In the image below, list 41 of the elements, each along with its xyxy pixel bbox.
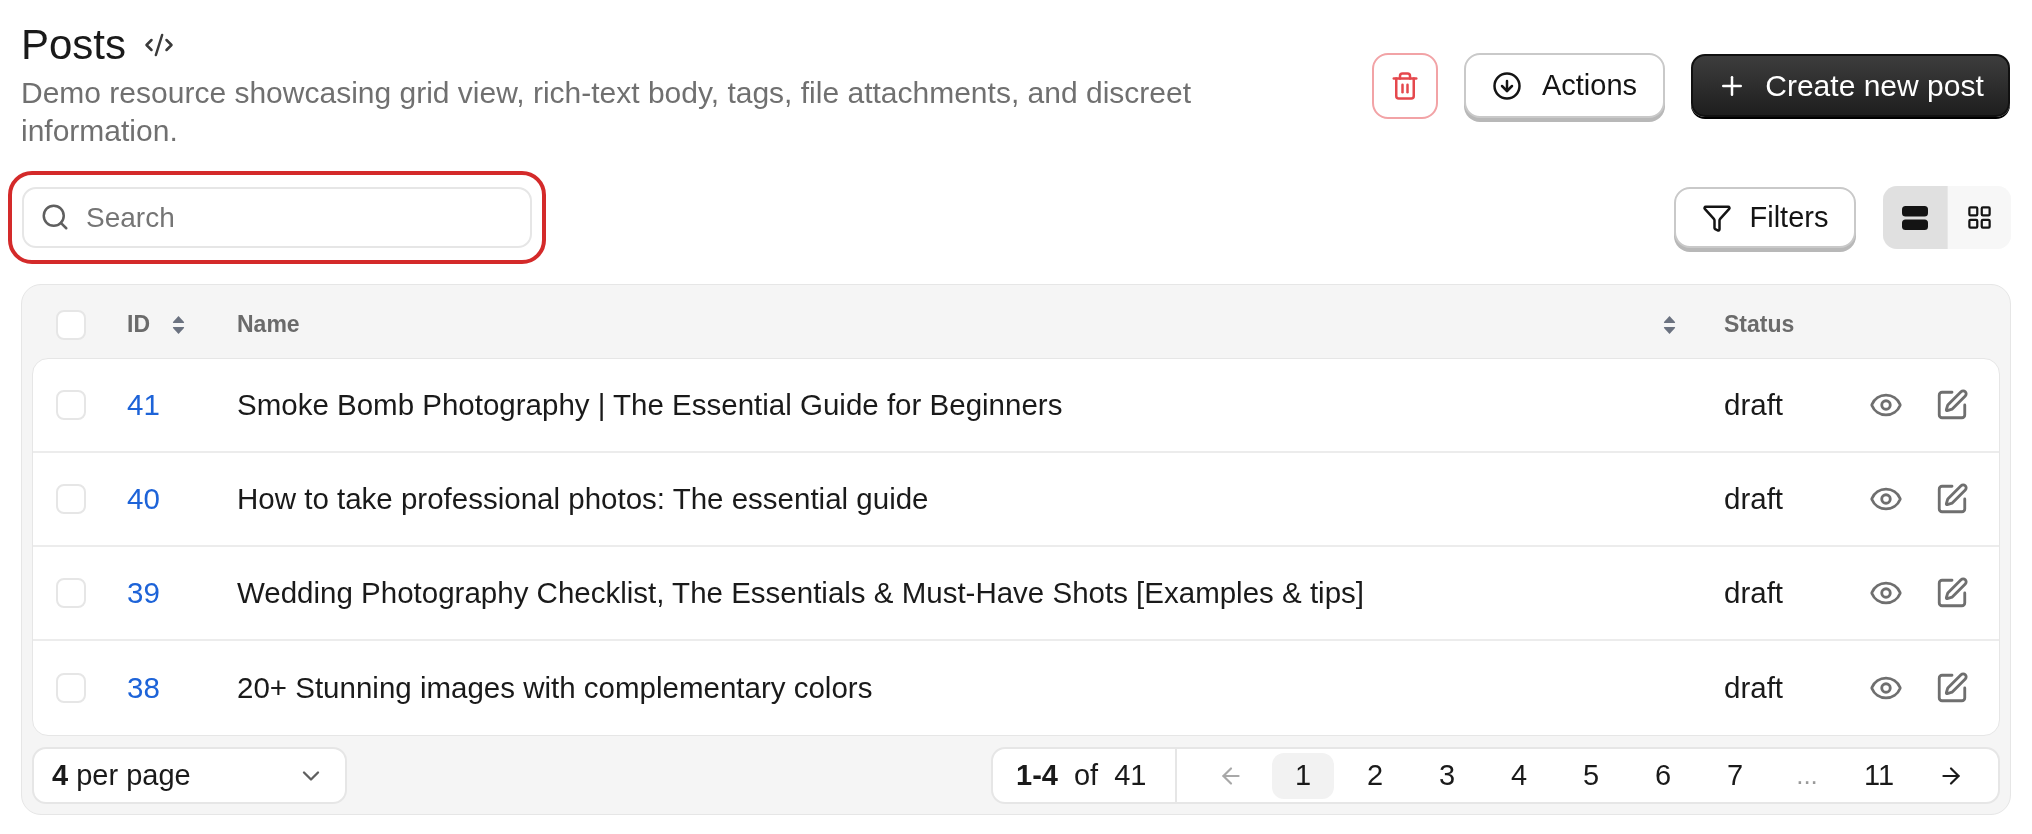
post-name: Wedding Photography Checklist, The Essentials & Must-Have Shots [Examples & tips] [237, 574, 1364, 611]
edit-icon[interactable] [1935, 671, 1969, 705]
edit-icon[interactable] [1935, 576, 1969, 610]
page-description: Demo resource showcasing grid view, rich-text body, tags, file attachments, and discreet information. [21, 75, 1192, 149]
status-text: draft [1724, 386, 1784, 423]
page-ellipsis: ... [1796, 759, 1818, 792]
search-field[interactable]: Search [22, 187, 532, 248]
checkbox[interactable] [56, 673, 86, 703]
page-title: Posts [21, 21, 127, 69]
column-header: ID [127, 310, 150, 340]
checkbox[interactable] [56, 484, 86, 514]
sort-icon[interactable] [172, 314, 185, 335]
column-header: Status [1724, 310, 1795, 340]
post-name: Smoke Bomb Photography | The Essential Guide for Beginners [237, 386, 1063, 423]
checkbox[interactable] [56, 578, 86, 608]
list-view-icon [1902, 205, 1928, 230]
per-page-select[interactable]: 4 per page [32, 747, 347, 804]
status-text: draft [1724, 574, 1784, 611]
id-link[interactable]: 39 [127, 570, 160, 616]
status-text: draft [1724, 669, 1784, 706]
page-button[interactable]: 1 [1272, 752, 1334, 799]
post-name: How to take professional photos: The essential guide [237, 480, 929, 517]
list-view-button[interactable] [1883, 186, 1947, 249]
column-header: Name [237, 310, 300, 340]
grid-view-icon [1966, 204, 1993, 231]
edit-icon[interactable] [1935, 482, 1969, 516]
checkbox[interactable] [56, 390, 86, 420]
search-icon [40, 202, 70, 232]
arrow-down-circle-icon [1491, 70, 1522, 101]
id-link[interactable]: 38 [127, 665, 160, 711]
id-link[interactable]: 40 [127, 476, 160, 522]
id-link[interactable]: 41 [127, 382, 160, 428]
edit-icon[interactable] [1935, 388, 1969, 422]
delete-button[interactable] [1372, 52, 1438, 119]
create-post-button[interactable]: Create new post [1691, 54, 2010, 117]
trash-icon [1390, 70, 1420, 101]
status-text: draft [1724, 480, 1784, 517]
sort-icon[interactable] [1663, 314, 1676, 335]
checkbox[interactable] [56, 309, 86, 340]
page-range: 1-4 of 41 [1016, 757, 1147, 793]
post-name: 20+ Stunning images with complementary colors [237, 669, 873, 706]
